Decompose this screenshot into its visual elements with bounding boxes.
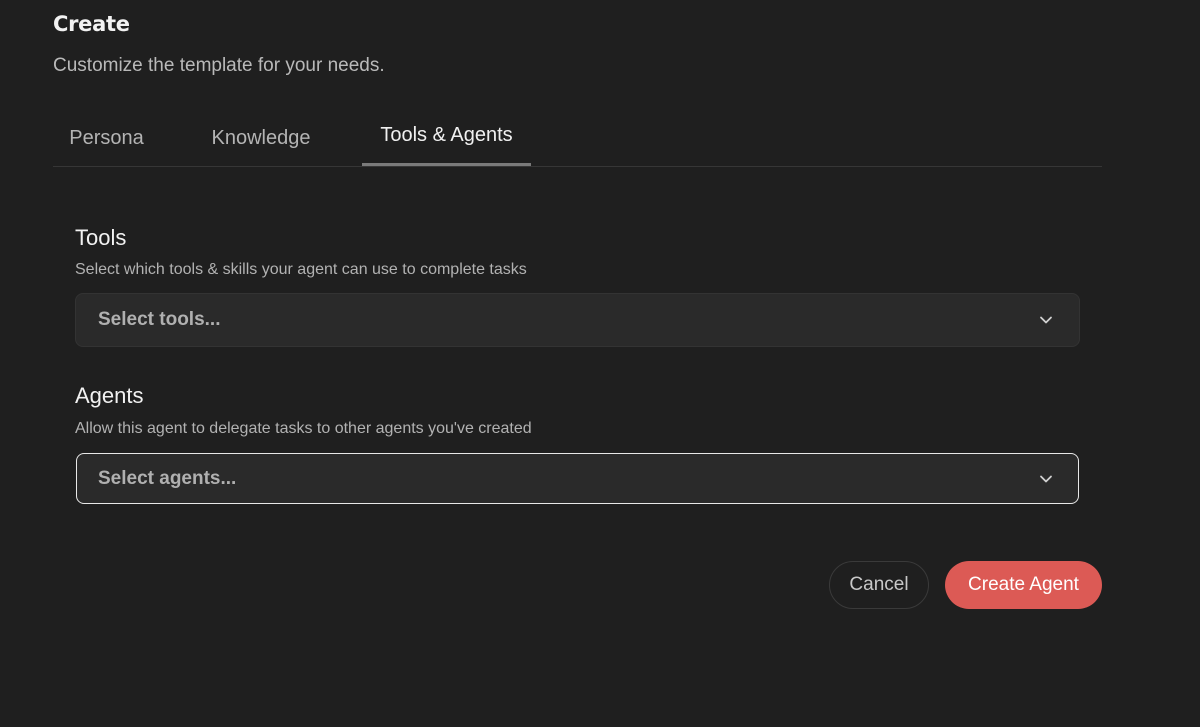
tab-bar: Persona Knowledge Tools & Agents — [53, 110, 1102, 167]
page-subtitle: Customize the template for your needs. — [53, 55, 385, 76]
chevron-down-icon — [1040, 475, 1052, 482]
tools-select-placeholder: Select tools... — [98, 309, 221, 330]
tools-heading: Tools — [75, 225, 127, 250]
agents-description: Allow this agent to delegate tasks to ot… — [75, 420, 532, 437]
tab-persona[interactable]: Persona — [53, 110, 160, 166]
tab-knowledge[interactable]: Knowledge — [193, 110, 329, 166]
tools-select[interactable]: Select tools... — [75, 293, 1080, 347]
agents-select-placeholder: Select agents... — [98, 467, 237, 489]
agents-heading: Agents — [75, 383, 144, 408]
cancel-button[interactable]: Cancel — [829, 561, 929, 609]
create-agent-page: Create Customize the template for your n… — [0, 0, 1200, 727]
create-agent-button[interactable]: Create Agent — [945, 561, 1102, 609]
agents-select[interactable]: Select agents... — [76, 453, 1079, 504]
tab-tools-agents[interactable]: Tools & Agents — [362, 110, 531, 166]
tools-description: Select which tools & skills your agent c… — [75, 261, 527, 278]
page-title: Create — [53, 12, 130, 36]
chevron-down-icon — [1040, 316, 1052, 324]
